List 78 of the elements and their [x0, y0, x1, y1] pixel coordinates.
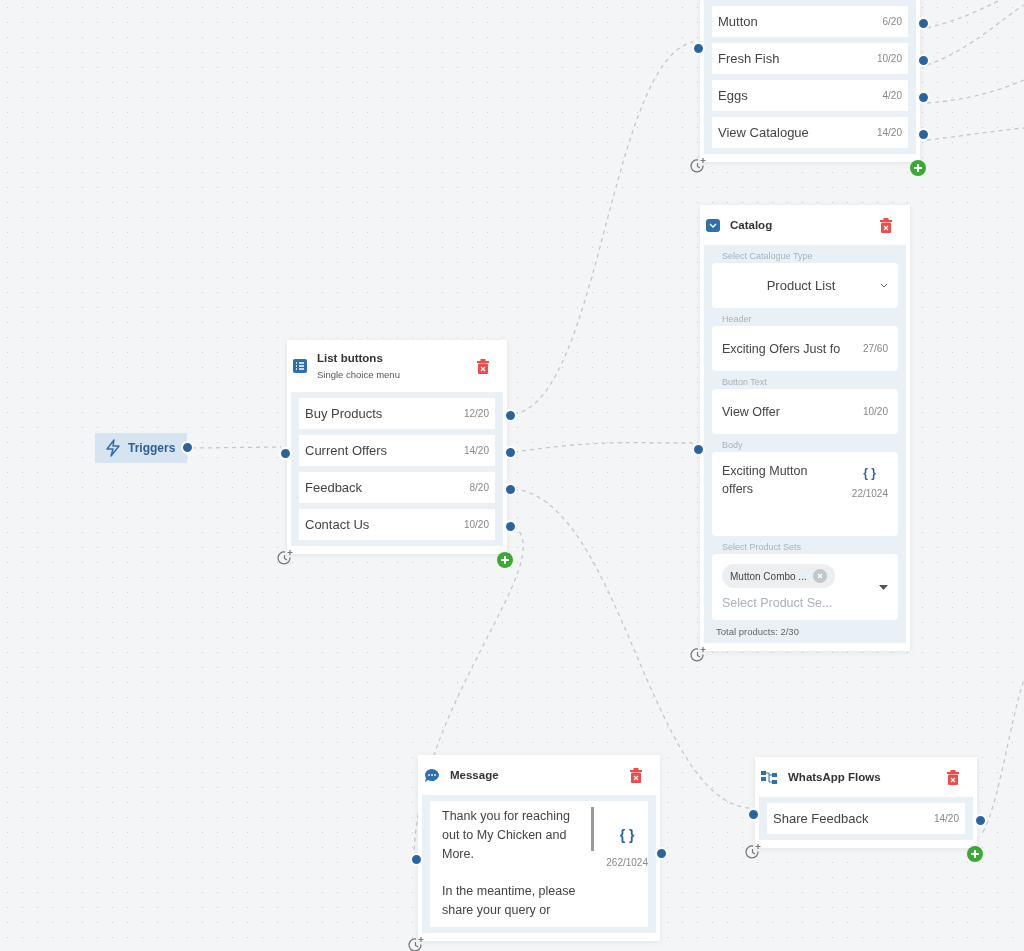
chat-icon [424, 767, 440, 783]
multi-select-field[interactable]: Mutton Combo ... Select Product Se... [712, 554, 898, 620]
character-count: 27/60 [862, 343, 888, 354]
list-item[interactable]: Share Feedback 14/20 [767, 803, 965, 834]
character-count: 10/20 [862, 406, 888, 417]
list-item[interactable]: Mutton 6/20 [712, 6, 908, 37]
character-count: 10/20 [463, 519, 489, 530]
character-count: 10/20 [876, 53, 902, 64]
character-count: 262/1024 [606, 857, 648, 868]
node-title: List buttons [317, 352, 384, 364]
variables-button[interactable]: { } [863, 466, 876, 480]
box-icon [706, 218, 720, 232]
caret-icon [879, 584, 888, 590]
add-icon[interactable] [967, 846, 983, 862]
input-field[interactable]: Exciting Ofers Just fo 27/60 [712, 326, 898, 371]
character-count: 14/20 [463, 445, 489, 456]
node-card[interactable] [700, 205, 910, 651]
field-label: Select Catalogue Type [722, 251, 814, 261]
node-card[interactable]: Mutton 6/20 Fresh Fish 10/20 Eggs 4/20 View Catalogue 14/20 [700, 0, 920, 162]
add-icon[interactable] [910, 160, 926, 176]
node-subtitle: Single choice menu [317, 369, 401, 380]
character-count: 14/20 [876, 127, 902, 138]
character-count: 8/20 [469, 482, 489, 493]
list-item[interactable]: Fresh Fish 10/20 [712, 43, 908, 74]
field-label: Header [722, 314, 753, 324]
list-item[interactable]: Feedback 8/20 [299, 472, 495, 503]
list-item[interactable]: Eggs 4/20 [712, 80, 908, 111]
item-label: Current Offers [305, 443, 388, 458]
message-paragraph: In the meantime, please share your query or [442, 883, 577, 919]
variables-button[interactable]: { } [619, 827, 635, 843]
node-title: WhatsApp Flows [788, 771, 882, 783]
list-item[interactable]: Contact Us 10/20 [299, 509, 495, 540]
item-label: Fresh Fish [718, 51, 780, 66]
delete-icon[interactable] [880, 217, 892, 233]
delete-icon[interactable] [477, 358, 489, 374]
total-products-text: Total products: 2/30 [716, 626, 800, 637]
text-area[interactable]: Exciting Mutton offers { } 22/1024 [712, 452, 898, 536]
node-title: Catalog [730, 219, 774, 231]
item-label: Eggs [718, 88, 748, 103]
node-card[interactable]: WhatsApp Flows Share Feedback 14/20 [755, 757, 977, 848]
character-count: 14/20 [933, 813, 959, 824]
field-label: Body [722, 440, 744, 450]
node-card[interactable]: List buttons Single choice menu Buy Products 12/20 Current Offers 14/20 Feedback 8/20 Contact Us 10/20 [287, 340, 507, 554]
selected-tag[interactable]: Mutton Combo ... [722, 564, 835, 588]
lightning-icon [105, 439, 121, 457]
list-item[interactable]: Current Offers 14/20 [299, 435, 495, 466]
message-paragraph: Thank you for reaching out to My Chicken and More. [442, 808, 571, 863]
character-count: 6/20 [882, 16, 902, 27]
delete-icon[interactable] [630, 767, 642, 783]
clock-icon[interactable] [745, 843, 762, 860]
list-icon [293, 359, 307, 373]
flow-chart-icon [761, 769, 778, 785]
item-label: Buy Products [305, 406, 383, 421]
clock-icon[interactable] [690, 646, 707, 663]
input-field[interactable]: View Offer 10/20 [712, 389, 898, 434]
add-icon[interactable] [497, 552, 513, 568]
clock-icon[interactable] [277, 549, 294, 566]
delete-icon[interactable] [947, 769, 959, 785]
item-label: Mutton [718, 14, 758, 29]
list-item[interactable]: View Catalogue 14/20 [712, 117, 908, 148]
character-count: 22/1024 [851, 488, 888, 499]
item-label: View Catalogue [718, 125, 809, 140]
node-card[interactable]: Message Thank you for reaching out to My Chicken and More. In the meantime, please share your query or { } 262/1024 [418, 755, 660, 941]
list-item[interactable]: Buy Products 12/20 [299, 398, 495, 429]
character-count: 12/20 [463, 408, 489, 419]
item-label: Feedback [305, 480, 363, 495]
node-title: Message [450, 769, 500, 781]
chevron-icon [880, 283, 888, 288]
item-label: Share Feedback [773, 811, 869, 826]
dropdown-field[interactable]: Product List [712, 263, 898, 308]
clock-icon[interactable] [408, 936, 425, 951]
item-label: Contact Us [305, 517, 370, 532]
character-count: 4/20 [882, 90, 902, 101]
message-text-area[interactable]: Thank you for reaching out to My Chicken and More. In the meantime, please share your query or { } 262/1024 [430, 801, 648, 927]
placeholder-text: Select Product Se... [722, 596, 834, 610]
trigger-node[interactable]: Triggers [95, 433, 187, 463]
scrollbar[interactable] [590, 807, 595, 851]
clock-icon[interactable] [690, 157, 707, 174]
